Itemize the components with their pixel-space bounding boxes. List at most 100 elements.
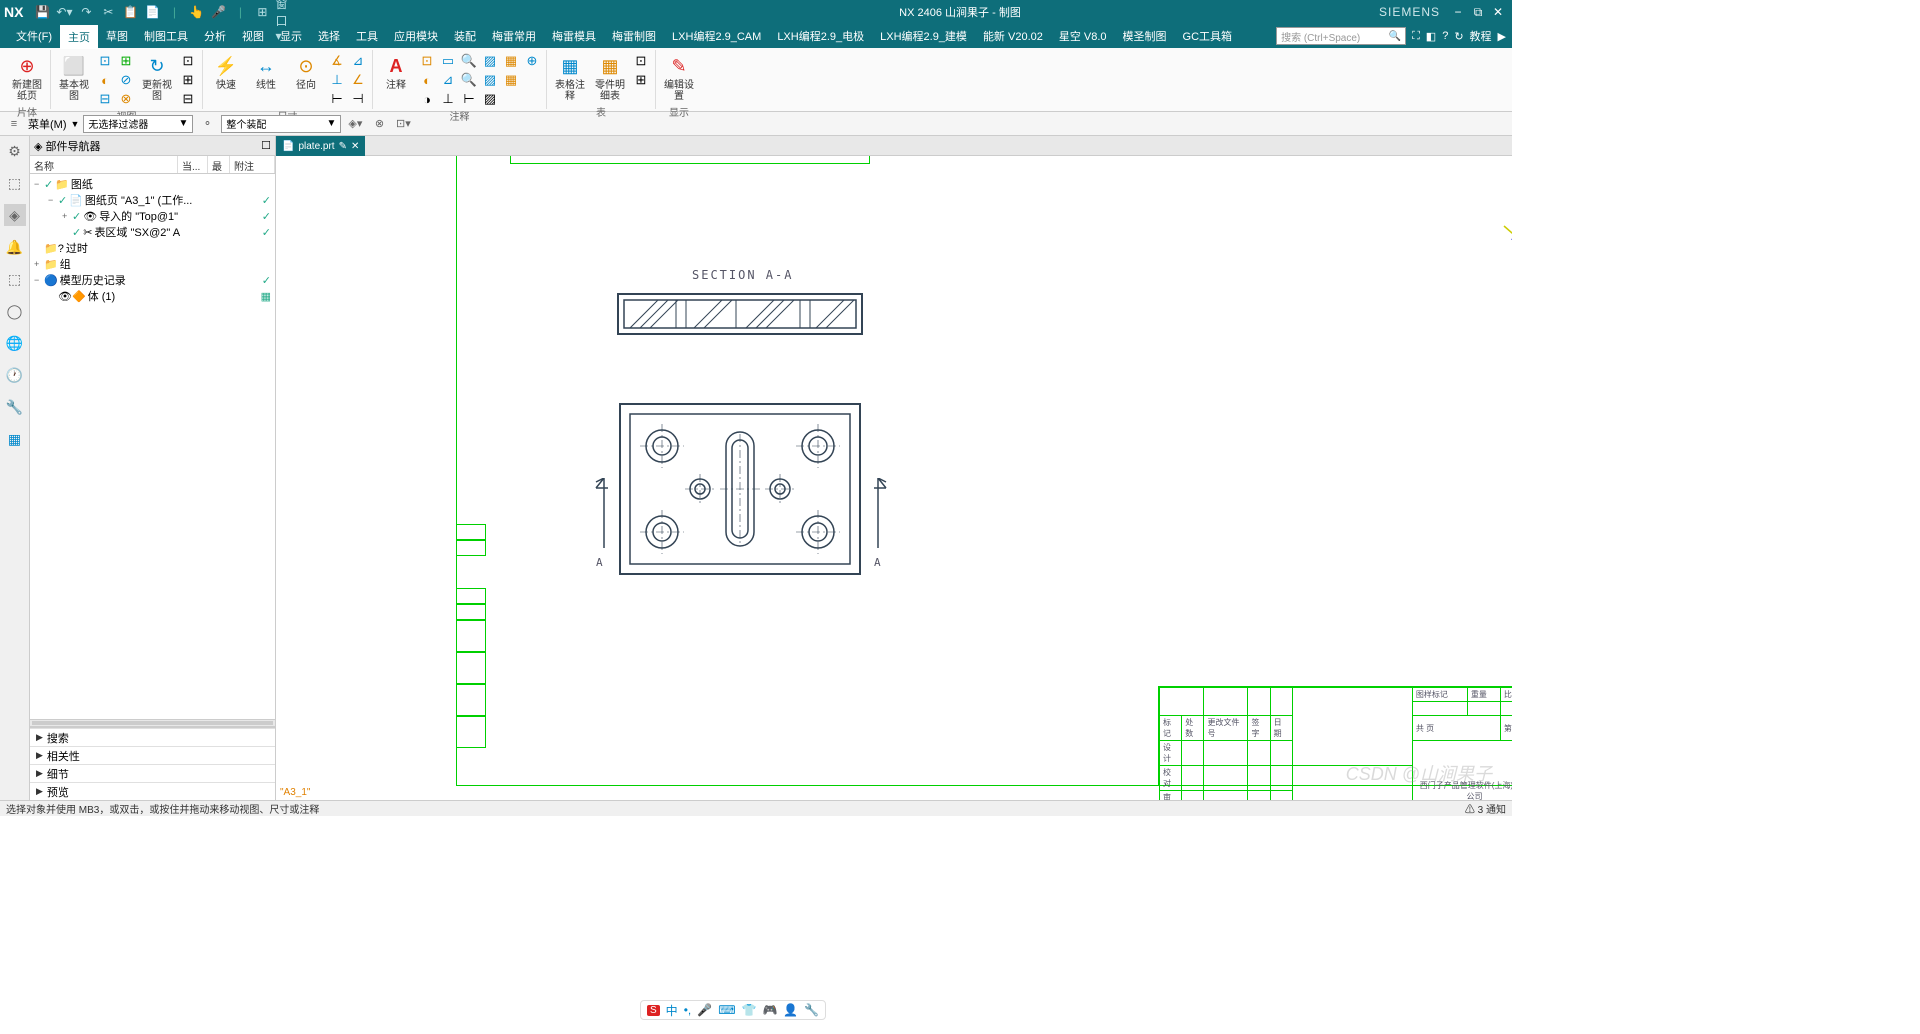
tree-row[interactable]: 👁🔶体 (1)▦ — [30, 288, 275, 304]
undo-icon[interactable]: ↶▾ — [55, 3, 73, 21]
section-view[interactable] — [616, 292, 864, 336]
menu-lxh-cam[interactable]: LXH编程2.9_CAM — [664, 24, 769, 48]
refresh-icon[interactable]: ↻ — [1454, 30, 1463, 43]
view-sm-3[interactable]: ◐ — [95, 71, 115, 89]
tree-row[interactable]: +📁组 — [30, 256, 275, 272]
rail-web-icon[interactable]: 🌐 — [4, 332, 26, 354]
ann-sm-7[interactable]: ◐ — [417, 71, 437, 89]
menu-analysis[interactable]: 分析 — [196, 24, 234, 48]
tree-row[interactable]: 📁?过时 — [30, 240, 275, 256]
dim-sm-1[interactable]: ∡ — [327, 52, 347, 70]
assembly-filter-combo[interactable]: 整个装配▼ — [221, 115, 341, 133]
menu-lxh-model[interactable]: LXH编程2.9_建模 — [872, 24, 975, 48]
expand-panel[interactable]: ▶搜索 — [30, 728, 275, 746]
tbl-sm-2[interactable]: ⊞ — [631, 71, 651, 89]
ime-tool-icon[interactable]: 🔧 — [804, 1003, 819, 1017]
ann-sm-6[interactable]: ⊕ — [522, 52, 542, 70]
mic-icon[interactable]: 🎤 — [209, 3, 227, 21]
view-sm-7[interactable]: ⊡ — [178, 52, 198, 70]
rail-history-icon[interactable]: 🕐 — [4, 364, 26, 386]
menu-gctoolbox[interactable]: GC工具箱 — [1175, 24, 1241, 48]
update-view-button[interactable]: ↻更新视图 — [138, 52, 176, 104]
rail-reuse-icon[interactable]: ◯ — [4, 300, 26, 322]
navigator-tree[interactable]: −✓📁图纸−✓📄图纸页 "A3_1" (工作...✓+✓👁导入的 "Top@1"… — [30, 174, 275, 719]
switch-window-icon[interactable]: ⊞ — [253, 3, 271, 21]
rail-part-nav-icon[interactable]: ◈ — [4, 204, 26, 226]
edit-settings-button[interactable]: ✎编辑设置 — [660, 52, 698, 104]
ann-sm-12[interactable]: ◑ — [417, 90, 437, 108]
menu-file[interactable]: 文件(F) — [8, 24, 60, 48]
dim-sm-2[interactable]: ⊿ — [348, 52, 368, 70]
tree-row[interactable]: −✓📁图纸 — [30, 176, 275, 192]
annotation-button[interactable]: A注释 — [377, 52, 415, 93]
ime-skin-icon[interactable]: 👕 — [742, 1003, 757, 1017]
base-view-button[interactable]: ⬜基本视图 — [55, 52, 93, 104]
radial-button[interactable]: ⊙径向 — [287, 52, 325, 93]
menu-drafting-tools[interactable]: 制图工具 — [136, 24, 196, 48]
menu-nengxin[interactable]: 能新 V20.02 — [975, 24, 1051, 48]
copy-icon[interactable]: 📋 — [121, 3, 139, 21]
expand-panel[interactable]: ▶预览 — [30, 782, 275, 800]
ann-sm-5[interactable]: ▦ — [501, 52, 521, 70]
rapid-button[interactable]: ⚡快速 — [207, 52, 245, 93]
view-sm-8[interactable]: ⊞ — [178, 71, 198, 89]
ime-toolbar[interactable]: S 中 •, 🎤 ⌨ 👕 🎮 👤 🔧 — [640, 1000, 826, 1020]
ann-sm-11[interactable]: ▦ — [501, 71, 521, 89]
ime-game-icon[interactable]: 🎮 — [762, 1003, 777, 1017]
ann-sm-15[interactable]: ▨ — [480, 90, 500, 108]
rail-constraint-icon[interactable]: ⬚ — [4, 268, 26, 290]
filter-icon-4[interactable]: ⊡▾ — [393, 115, 413, 133]
rail-settings-icon[interactable]: ⚙ — [4, 140, 26, 162]
search-icon[interactable]: 🔍 — [1389, 31, 1401, 42]
restore-icon[interactable]: ⧉ — [1470, 4, 1486, 20]
ann-sm-13[interactable]: ⊥ — [438, 90, 458, 108]
tutorial-link[interactable]: 教程 — [1470, 28, 1492, 44]
tree-row[interactable]: −🔵模型历史记录✓ — [30, 272, 275, 288]
rail-drafting-icon[interactable]: ▦ — [4, 428, 26, 450]
redo-icon[interactable]: ↷ — [77, 3, 95, 21]
ann-sm-3[interactable]: 🔍 — [459, 52, 479, 70]
drawing-canvas[interactable]: SECTION A-A — [276, 156, 1512, 800]
tab-close-icon[interactable]: ✕ — [351, 141, 359, 152]
view-sm-6[interactable]: ⊗ — [116, 90, 136, 108]
filter-icon-1[interactable]: ⚬ — [197, 115, 217, 133]
ime-punct-icon[interactable]: •, — [684, 1003, 692, 1017]
ime-person-icon[interactable]: 👤 — [783, 1003, 798, 1017]
menu-display[interactable]: 显示 — [272, 24, 310, 48]
play-icon[interactable]: ▶ — [1498, 30, 1506, 43]
minimize-icon[interactable]: − — [1450, 4, 1466, 20]
menu-meilei3[interactable]: 梅雷制图 — [604, 24, 664, 48]
tree-row[interactable]: +✓👁导入的 "Top@1"✓ — [30, 208, 275, 224]
col-latest[interactable]: 最 — [208, 156, 230, 173]
dim-sm-6[interactable]: ⊣ — [348, 90, 368, 108]
col-notes[interactable]: 附注 — [230, 156, 275, 173]
dim-sm-4[interactable]: ∠ — [348, 71, 368, 89]
tree-row[interactable]: ✓✂表区域 "SX@2" A✓ — [30, 224, 275, 240]
expand-panel[interactable]: ▶相关性 — [30, 746, 275, 764]
tbl-sm-1[interactable]: ⊡ — [631, 52, 651, 70]
table-note-button[interactable]: ▦表格注释 — [551, 52, 589, 104]
view-sm-4[interactable]: ⊘ — [116, 71, 136, 89]
rail-tools-icon[interactable]: 🔧 — [4, 396, 26, 418]
menu-icon[interactable]: ≡ — [4, 115, 24, 133]
paste-icon[interactable]: 📄 — [143, 3, 161, 21]
ime-lang-icon[interactable]: 中 — [666, 1002, 678, 1019]
filter-icon-2[interactable]: ◈▾ — [345, 115, 365, 133]
window-icon[interactable]: ⊡ 窗口▾ — [275, 3, 293, 21]
menu-home[interactable]: 主页 — [60, 23, 98, 49]
title-block[interactable]: 图样标记重量比例 标记处数更改文件号签字日期 共 页第 页 设计西门子产品管理软… — [1158, 686, 1512, 786]
rail-assembly-icon[interactable]: ⬚ — [4, 172, 26, 194]
cut-icon[interactable]: ✂ — [99, 3, 117, 21]
tree-row[interactable]: −✓📄图纸页 "A3_1" (工作...✓ — [30, 192, 275, 208]
col-current[interactable]: 当... — [178, 156, 208, 173]
parts-list-button[interactable]: ▦零件明细表 — [591, 52, 629, 104]
dim-sm-5[interactable]: ⊢ — [327, 90, 347, 108]
menu-application[interactable]: 应用模块 — [386, 24, 446, 48]
tab-plate[interactable]: 📄plate.prt✎✕ — [276, 136, 365, 156]
menu-view[interactable]: 视图 — [234, 24, 272, 48]
selection-filter-combo[interactable]: 无选择过滤器▼ — [83, 115, 193, 133]
filter-icon-3[interactable]: ⊗ — [369, 115, 389, 133]
nav-close-icon[interactable]: ☐ — [261, 139, 271, 152]
menu-lxh-electrode[interactable]: LXH编程2.9_电极 — [769, 24, 872, 48]
lock-icon[interactable]: ◧ — [1426, 30, 1436, 43]
